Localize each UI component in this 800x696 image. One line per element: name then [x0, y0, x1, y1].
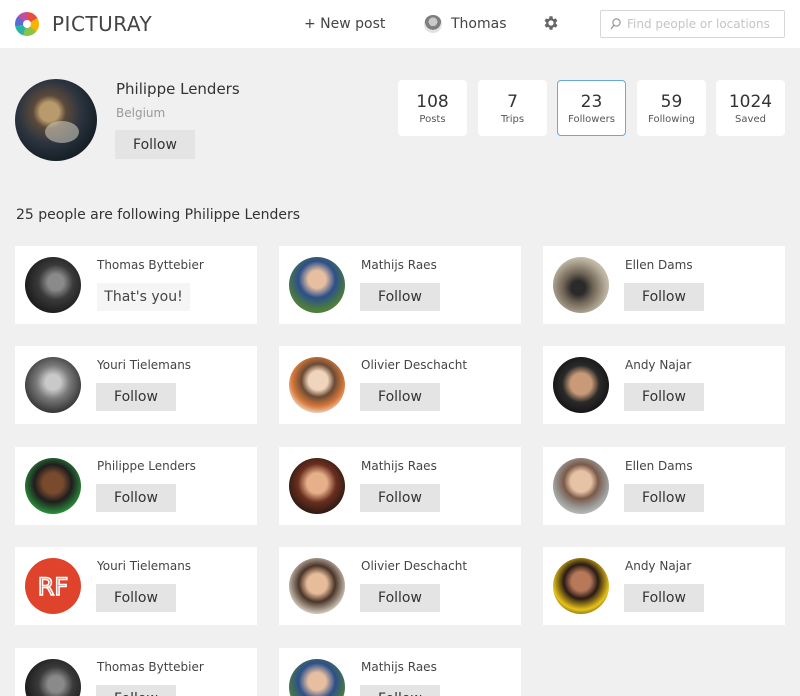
stat-value: 23: [580, 92, 603, 112]
follower-card: Andy Najar Follow: [543, 346, 785, 424]
follower-card: Thomas Byttebier That's you!: [15, 246, 257, 324]
follow-button[interactable]: Follow: [96, 584, 176, 612]
new-post-link[interactable]: + New post: [304, 16, 385, 32]
user-name: Thomas: [451, 16, 507, 32]
follow-button[interactable]: Follow: [96, 685, 176, 696]
profile-location: Belgium: [116, 106, 166, 120]
follower-card: Youri Tielemans Follow: [15, 346, 257, 424]
follower-name: Youri Tielemans: [97, 358, 192, 372]
follow-button[interactable]: Follow: [624, 584, 704, 612]
follower-card: Olivier Deschacht Follow: [279, 547, 521, 625]
follower-avatar: [553, 357, 609, 413]
follower-avatar: [289, 357, 345, 413]
stat-label: Saved: [735, 114, 766, 125]
stat-followers[interactable]: 23 Followers: [557, 80, 626, 136]
thats-you-label: That's you!: [97, 283, 190, 311]
user-avatar: [424, 15, 442, 33]
follower-name: Philippe Lenders: [97, 459, 196, 473]
follower-avatar: [25, 357, 81, 413]
follower-name: Thomas Byttebier: [97, 258, 204, 272]
stat-value: 7: [507, 92, 518, 112]
follower-card: Philippe Lenders Follow: [15, 447, 257, 525]
follow-button[interactable]: Follow: [624, 484, 704, 512]
follower-name: Olivier Deschacht: [361, 559, 468, 573]
follower-avatar-rf-logo: RF: [25, 558, 81, 614]
follower-card: Mathijs Raes Follow: [279, 246, 521, 324]
stat-saved[interactable]: 1024 Saved: [716, 80, 785, 136]
follower-card: Olivier Deschacht Follow: [279, 346, 521, 424]
follower-name: Andy Najar: [625, 559, 692, 573]
picturay-logo-icon[interactable]: [15, 12, 39, 36]
profile-name: Philippe Lenders: [116, 80, 240, 98]
follow-button[interactable]: Follow: [360, 484, 440, 512]
profile-avatar: [15, 79, 97, 161]
follower-card: Mathijs Raes Follow: [279, 447, 521, 525]
follower-card: Andy Najar Follow: [543, 547, 785, 625]
follower-avatar: [25, 257, 81, 313]
follow-button[interactable]: Follow: [96, 383, 176, 411]
brand-name[interactable]: PICTURAY: [52, 12, 152, 36]
follower-name: Mathijs Raes: [361, 660, 437, 674]
stat-trips[interactable]: 7 Trips: [478, 80, 547, 136]
follower-name: Ellen Dams: [625, 258, 693, 272]
follower-name: Olivier Deschacht: [361, 358, 468, 372]
follow-button[interactable]: Follow: [624, 383, 704, 411]
follower-name: Mathijs Raes: [361, 258, 437, 272]
follower-card: RF Youri Tielemans Follow: [15, 547, 257, 625]
follower-card: Ellen Dams Follow: [543, 246, 785, 324]
stat-label: Trips: [500, 114, 525, 125]
search-icon: [610, 18, 621, 30]
rf-logo-icon: RF: [37, 572, 69, 602]
current-user-menu[interactable]: Thomas: [424, 14, 507, 34]
stat-label: Following: [648, 114, 695, 125]
follower-card: Thomas Byttebier Follow: [15, 648, 257, 696]
search-input[interactable]: [627, 15, 782, 33]
follower-avatar: [289, 458, 345, 514]
follower-avatar: [553, 458, 609, 514]
follower-avatar: [25, 659, 81, 696]
follow-button[interactable]: Follow: [624, 283, 704, 311]
svg-text:RF: RF: [38, 573, 68, 601]
follow-button[interactable]: Follow: [360, 584, 440, 612]
follower-card: Ellen Dams Follow: [543, 447, 785, 525]
search-box: [600, 10, 785, 38]
follower-avatar: [289, 558, 345, 614]
stat-posts[interactable]: 108 Posts: [398, 80, 467, 136]
followers-heading: 25 people are following Philippe Lenders: [16, 207, 301, 223]
stat-value: 108: [416, 92, 449, 112]
stat-value: 59: [660, 92, 683, 112]
follower-name: Youri Tielemans: [97, 559, 192, 573]
stat-following[interactable]: 59 Following: [637, 80, 706, 136]
follower-card: Mathijs Raes Follow: [279, 648, 521, 696]
follower-avatar: [289, 257, 345, 313]
top-navigation-bar: PICTURAY + New post Thomas: [0, 0, 800, 48]
follower-name: Mathijs Raes: [361, 459, 437, 473]
stat-label: Followers: [568, 114, 615, 125]
follower-avatar: [553, 558, 609, 614]
profile-follow-button[interactable]: Follow: [115, 130, 195, 159]
follower-name: Andy Najar: [625, 358, 692, 372]
follow-button[interactable]: Follow: [360, 383, 440, 411]
follower-name: Ellen Dams: [625, 459, 693, 473]
follower-avatar: [289, 659, 345, 696]
gear-icon[interactable]: [542, 14, 560, 32]
follower-avatar: [553, 257, 609, 313]
follow-button[interactable]: Follow: [96, 484, 176, 512]
follower-avatar: [25, 458, 81, 514]
follow-button[interactable]: Follow: [360, 685, 440, 696]
follower-name: Thomas Byttebier: [97, 660, 204, 674]
stat-label: Posts: [419, 114, 446, 125]
follow-button[interactable]: Follow: [360, 283, 440, 311]
stat-value: 1024: [728, 92, 773, 112]
